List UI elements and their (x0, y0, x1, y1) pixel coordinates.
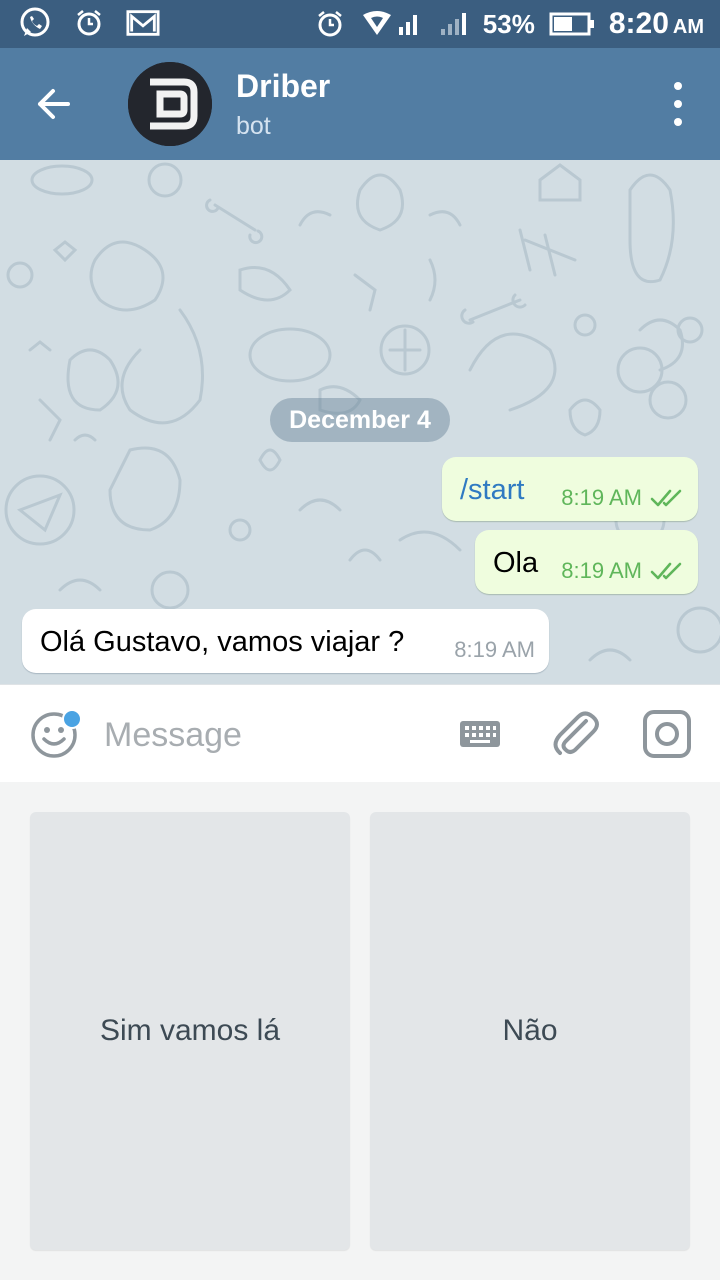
message-text: Ola (493, 547, 539, 579)
chat-subtitle: bot (236, 112, 271, 140)
message-input-bar (0, 684, 720, 782)
attach-button[interactable] (550, 707, 602, 759)
alarm-icon (72, 6, 106, 40)
dot-icon (674, 82, 682, 90)
reply-button-yes[interactable]: Sim vamos lá (30, 812, 350, 1250)
outgoing-message[interactable]: /start 8:19 AM (442, 457, 698, 521)
incoming-message[interactable]: Olá Gustavo, vamos viajar ? 8:19 AM (22, 609, 549, 673)
signal-icon (435, 7, 469, 41)
chat-header: Driber bot (0, 48, 720, 160)
status-bar-notifications (18, 6, 160, 40)
paperclip-icon (553, 711, 599, 755)
message-text: Olá Gustavo, vamos viajar ? (40, 626, 405, 658)
bot-reply-keyboard: Sim vamos lá Não (0, 782, 720, 1280)
battery-icon (549, 7, 595, 41)
bot-command-link[interactable]: /start (460, 474, 524, 507)
camera-icon (643, 710, 691, 758)
reply-button-no[interactable]: Não (370, 812, 690, 1250)
outgoing-message[interactable]: Ola 8:19 AM (475, 530, 698, 594)
message-meta: 8:19 AM (561, 485, 684, 511)
avatar[interactable] (128, 62, 212, 146)
back-button[interactable] (28, 78, 80, 130)
whatsapp-icon (18, 6, 52, 40)
clock-ampm: AM (672, 16, 704, 38)
gmail-icon (126, 6, 160, 40)
camera-button[interactable] (642, 709, 692, 759)
message-input[interactable] (104, 713, 434, 757)
message-time: 8:19 AM (454, 637, 535, 662)
clock-time: 8:20 (608, 7, 669, 40)
double-check-icon (650, 562, 682, 580)
more-options-button[interactable] (668, 82, 688, 126)
battery-percent: 53% (482, 8, 535, 39)
wifi-icon (361, 7, 421, 41)
alarm-icon (313, 7, 347, 41)
keyboard-icon (460, 721, 500, 747)
clock: 8:20 AM (609, 7, 704, 41)
dot-icon (674, 100, 682, 108)
message-meta: 8:19 AM (454, 637, 535, 663)
bot-keyboard-toggle-button[interactable] (458, 717, 502, 751)
chat-title[interactable]: Driber (236, 68, 330, 105)
chat-area[interactable]: December 4 /start 8:19 AM Ola 8:19 AM Ol… (0, 160, 720, 684)
new-badge-dot (62, 709, 82, 729)
status-bar-system: 53% 8:20 AM (313, 0, 704, 48)
date-separator: December 4 (270, 398, 450, 442)
dot-icon (674, 118, 682, 126)
message-time: 8:19 AM (561, 558, 642, 583)
arrow-left-icon (38, 89, 70, 119)
driber-logo-icon (128, 62, 212, 146)
double-check-icon (650, 489, 682, 507)
status-bar: 53% 8:20 AM (0, 0, 720, 48)
message-meta: 8:19 AM (561, 558, 684, 584)
message-time: 8:19 AM (561, 485, 642, 510)
